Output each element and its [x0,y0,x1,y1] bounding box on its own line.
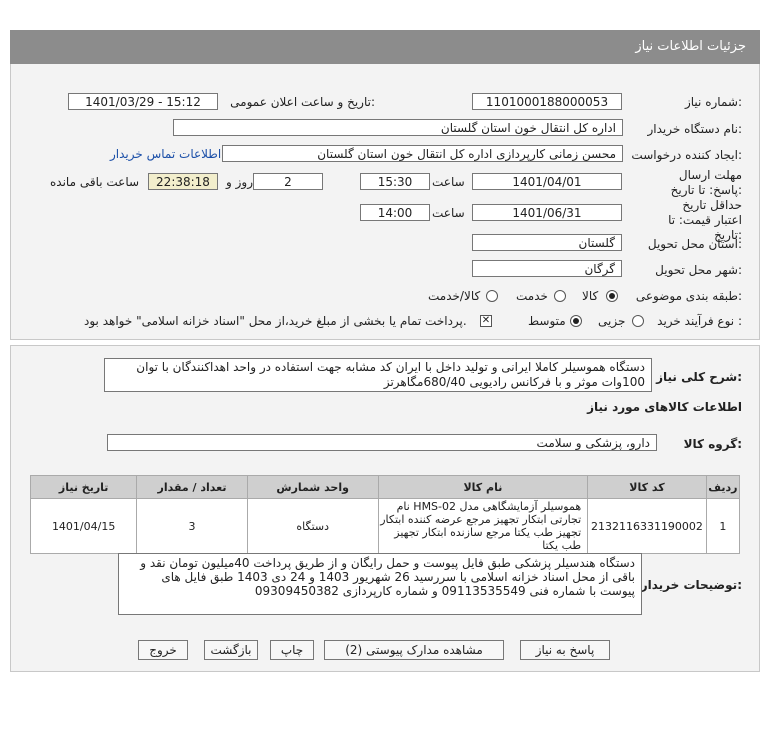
deadline-time-field: 15:30 [360,173,430,190]
need-number-label: شماره نیاز: [684,95,742,109]
category-label: طبقه بندی موضوعی: [635,289,742,303]
validity-time-label: ساعت [432,206,465,220]
remaining-label: ساعت باقی مانده [50,175,140,189]
city-label: شهر محل تحویل: [655,263,742,277]
col-header-date: تاریخ نیاز [29,475,138,499]
buyer-notes-field: دستگاه هندسیلر پزشکی طبق فایل پیوست و حم… [118,553,642,615]
exit-button[interactable]: خروج [138,640,188,660]
announce-field: 1401/03/29 - 15:12 [68,93,218,110]
cell-code: 2132116331190002 [587,498,707,554]
creator-field: محسن زمانی کارپردازی اداره کل انتقال خون… [222,145,623,162]
treasury-checkbox[interactable]: ✕ [480,315,492,327]
process-radio-minor[interactable] [632,315,644,327]
page-title: جزئیات اطلاعات نیاز [635,39,746,54]
group-field: دارو، پزشکی و سلامت [107,434,657,451]
category-option-service: خدمت [516,289,548,303]
reply-button[interactable]: پاسخ به نیاز [520,640,610,660]
city-field: گرگان [472,260,622,277]
cell-row: 1 [705,498,741,554]
attachments-button[interactable]: مشاهده مدارک پیوستی (2) [324,640,504,660]
process-radio-medium[interactable] [570,315,582,327]
col-header-unit: واحد شمارش [246,475,379,499]
page-header: جزئیات اطلاعات نیاز [10,30,760,64]
cell-quantity: 3 [136,498,248,554]
buyer-notes-label: توضیحات خریدار: [640,578,742,592]
back-button[interactable]: بازگشت [204,640,258,660]
category-radio-both[interactable] [486,290,498,302]
contact-buyer-link[interactable]: اطلاعات تماس خریدار [110,147,221,161]
table-row: 1 2132116331190002 هموسیلر آزمایشگاهی مد… [29,498,741,554]
cell-date: 1401/04/15 [29,498,138,554]
col-header-quantity: تعداد / مقدار [136,475,248,499]
deadline-time-label: ساعت [432,175,465,189]
buyer-label: نام دستگاه خریدار: [647,122,743,136]
validity-date-field: 1401/06/31 [472,204,622,221]
col-header-row: ردیف [705,475,741,499]
cell-name: هموسیلر آزمایشگاهی مدل HMS-02 نام تجارتی… [377,498,589,554]
process-option-minor: جزیی [598,314,626,328]
announce-label: تاریخ و ساعت اعلان عمومی: [230,95,375,109]
goods-table: ردیف کد کالا نام کالا واحد شمارش تعداد /… [29,475,741,554]
days-field: 2 [253,173,323,190]
days-label: روز و [226,175,253,189]
group-label: گروه کالا: [683,437,742,451]
category-option-goods: کالا [582,289,599,303]
process-label: نوع فرآیند خرید : [657,314,742,328]
category-radio-goods[interactable] [606,290,618,302]
goods-section-title: اطلاعات کالاهای مورد نیاز [587,400,742,414]
need-number-field: 1101000188000053 [472,93,622,110]
buyer-field: اداره کل انتقال خون استان گلستان [173,119,623,136]
col-header-code: کد کالا [587,475,707,499]
province-label: استان محل تحویل: [647,237,742,251]
summary-field: دستگاه هموسیلر کاملا ایرانی و تولید داخل… [104,358,652,392]
treasury-note: پرداخت تمام یا بخشی از مبلغ خرید،از محل … [84,314,467,328]
summary-label: شرح کلی نیاز: [656,370,742,384]
province-field: گلستان [472,234,622,251]
process-option-medium: متوسط [528,314,566,328]
deadline-label: مهلت ارسال پاسخ: تا تاریخ: [670,168,742,197]
cell-unit: دستگاه [246,498,379,554]
creator-label: ایجاد کننده درخواست: [631,148,742,162]
col-header-name: نام کالا [377,475,589,499]
category-radio-service[interactable] [554,290,566,302]
deadline-date-field: 1401/04/01 [472,173,622,190]
print-button[interactable]: چاپ [270,640,314,660]
remaining-time-field: 22:38:18 [148,173,218,190]
category-option-both: کالا/خدمت [428,289,481,303]
validity-time-field: 14:00 [360,204,430,221]
